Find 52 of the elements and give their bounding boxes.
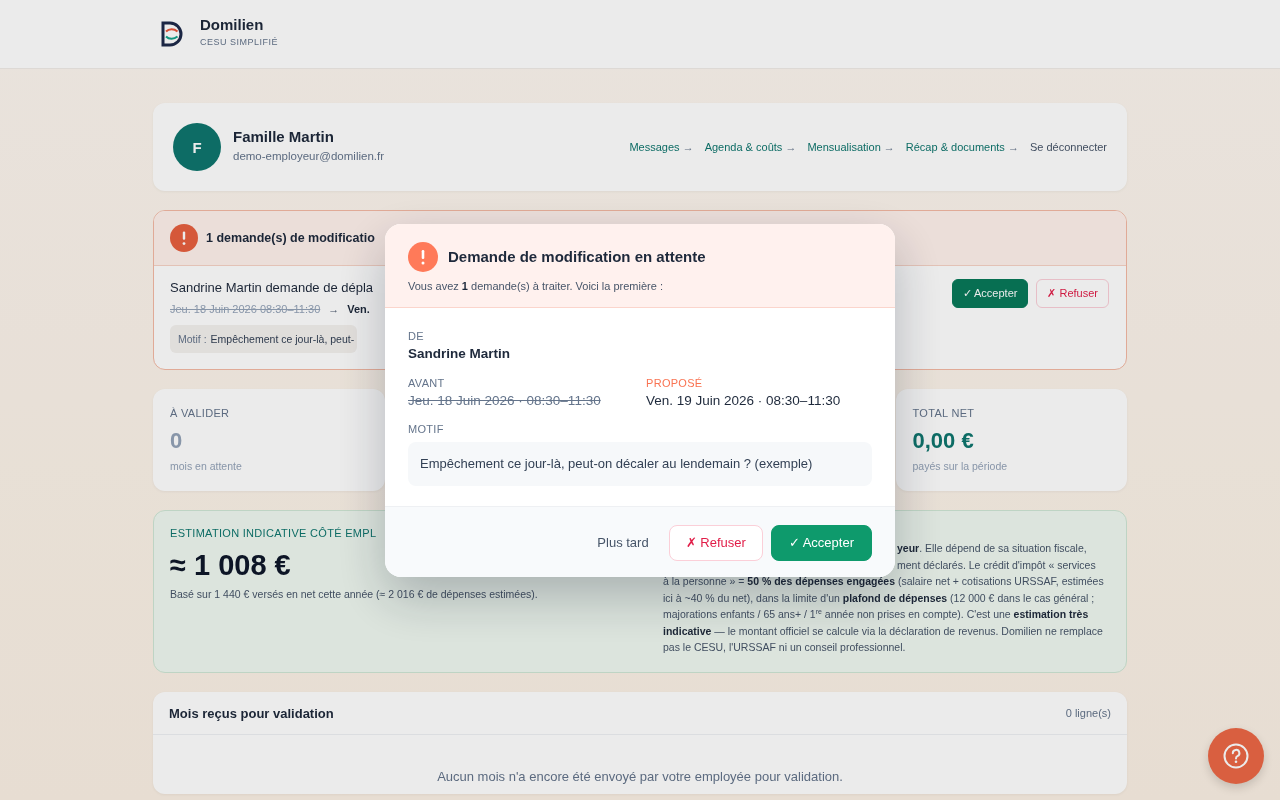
avatar: F — [173, 123, 221, 171]
nav-link[interactable]: Récap & documents → — [905, 141, 1019, 153]
request-summary: Sandrine Martin demande de dépla — [170, 280, 374, 295]
stat-value: 0 — [170, 427, 183, 455]
row-count: 0 ligne(s) — [1065, 707, 1111, 719]
disclaimer-text: à la personne » = 50 % des dépenses engagées (salaire net + cotisations URSSAF, estimées ici à ~40 % du net), dans la limite d'un plafond de dépenses (12 000 € dans le cas général ; majorations enfants / 65 ans+ / 1$^{re}$ année non prises en compte). C'est une estimation très indicative — le montant officiel se calcule via la déclaration de revenus. Domilien ne remplace pas le CESU, l'URSSAF ni un conseil professionnel. — [663, 574, 1105, 655]
original-date: Jeu. 18 Juin 2026 08:30–11:30 — [170, 303, 321, 315]
accept-button[interactable]: ✓ Accepter — [770, 524, 872, 561]
account-email: demo-employeur@domilien.fr — [233, 150, 384, 162]
later-button[interactable]: Plus tard — [585, 524, 661, 561]
section-title: Mois reçus pour validation — [169, 705, 334, 721]
proposed-date: Ven. 19 Juin 2026 · 08:30–11:30 — [646, 392, 842, 408]
estimate-label: ESTIMATION INDICATIVE CÔTÉ EMPL — [170, 526, 377, 540]
text-fragment: yeur. Elle dépend de sa situation fiscale, — [897, 541, 1088, 556]
nav-link[interactable]: Messages → — [629, 141, 694, 153]
proposed-date: Ven. — [347, 303, 370, 315]
stat-note: mois en attente — [170, 459, 242, 473]
help-button[interactable] — [1208, 728, 1264, 784]
arrow-separator: → — [328, 303, 340, 315]
nav-link[interactable]: Agenda & coûts → — [704, 141, 797, 153]
warning-icon — [408, 241, 438, 272]
brand-name: Domilien — [200, 15, 265, 33]
account-name: Famille Martin — [233, 128, 335, 145]
empty-message: Aucun mois n'a encore été envoyé par votre employée pour validation. — [437, 768, 843, 784]
reason-label: Motif : — [178, 333, 207, 345]
field-label: AVANT — [408, 375, 446, 390]
stat-label: TOTAL NET — [912, 406, 975, 420]
nav-link[interactable]: Mensualisation → — [807, 141, 895, 153]
logout-link[interactable]: Se déconnecter — [1029, 141, 1107, 153]
help-icon — [1223, 743, 1249, 769]
field-label: DE — [408, 328, 425, 343]
field-label: MOTIF — [408, 421, 445, 436]
text-fragment: ment déclarés. Le crédit d'impôt « services — [897, 557, 1097, 573]
reason-text: Empêchement ce jour-là, peut- — [210, 333, 355, 345]
alert-title: 1 demande(s) de modificatio — [206, 231, 375, 245]
refuse-button[interactable]: ✗ Refuser — [1036, 279, 1109, 308]
stat-note: payés sur la période — [912, 459, 1008, 473]
stat-label: À VALIDER — [170, 406, 230, 420]
refuse-button[interactable]: ✗ Refuser — [668, 524, 763, 561]
estimate-amount: ≈ 1 008 € — [170, 548, 291, 582]
modal-subtitle: Vous avez 1 demande(s) à traiter. Voici la première : — [408, 279, 664, 293]
field-label: PROPOSÉ — [646, 375, 704, 390]
modal-title: Demande de modification en attente — [448, 248, 706, 265]
original-date: Jeu. 18 Juin 2026 · 08:30–11:30 — [408, 392, 602, 408]
accept-button[interactable]: ✓ Accepter — [951, 279, 1029, 308]
warning-icon — [170, 224, 198, 252]
estimate-basis: Basé sur 1 440 € versés en net cette année (≈ 2 016 € de dépenses estimées). — [170, 588, 538, 600]
requester-name: Sandrine Martin — [408, 345, 511, 361]
stat-value: 0,00 € — [912, 427, 974, 455]
brand-tagline: CESU SIMPLIFIÉ — [200, 36, 278, 47]
logo-icon — [160, 21, 184, 47]
reason-box: Empêchement ce jour-là, peut-on décaler au lendemain ? (exemple) — [408, 441, 872, 486]
